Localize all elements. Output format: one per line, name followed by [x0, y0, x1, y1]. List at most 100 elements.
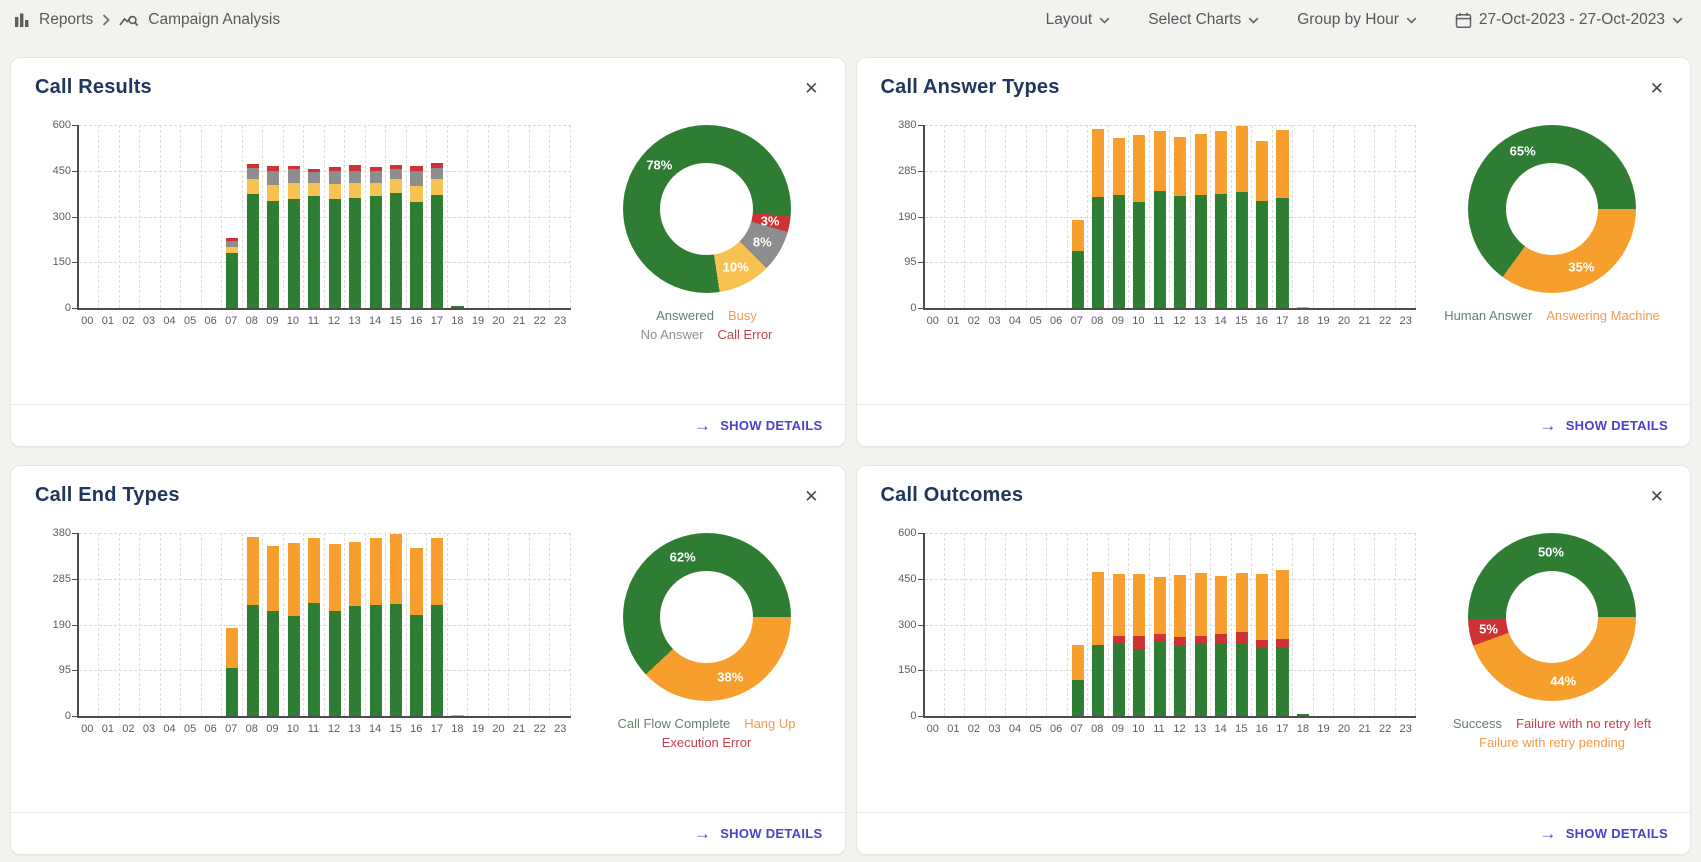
y-axis-tick-label: 285	[879, 165, 917, 177]
bar-column	[1252, 125, 1272, 308]
close-icon[interactable]: ✕	[1646, 76, 1668, 101]
breadcrumb: Reports Campaign Analysis	[14, 11, 280, 29]
show-details-button[interactable]: → SHOW DETAILS	[694, 416, 823, 436]
bar-column	[407, 533, 427, 716]
bar-column	[1170, 533, 1190, 716]
x-axis-tick-label: 01	[943, 315, 964, 327]
y-axis-tick	[72, 217, 79, 218]
y-axis-tick-label: 380	[879, 119, 917, 131]
bar-segment-orange	[1297, 307, 1309, 308]
bar-column	[1211, 125, 1231, 308]
x-axis-tick-label: 10	[283, 315, 304, 327]
bar-column	[1088, 533, 1108, 716]
show-details-button[interactable]: → SHOW DETAILS	[1539, 416, 1668, 436]
legend-item[interactable]: Call Flow Complete	[617, 716, 730, 731]
x-axis-tick-label: 21	[509, 315, 530, 327]
stacked-bar	[1297, 714, 1309, 716]
bar-column	[1334, 125, 1354, 308]
arrow-right-icon: →	[1539, 824, 1556, 844]
x-axis-tick-label: 15	[1231, 723, 1252, 735]
x-axis-tick-label: 01	[98, 723, 119, 735]
date-range-picker[interactable]: 27-Oct-2023 - 27-Oct-2023	[1455, 11, 1683, 29]
bar-segment-orange	[288, 543, 300, 616]
bar-column	[140, 125, 160, 308]
bar-column	[448, 125, 468, 308]
bar-column	[222, 533, 242, 716]
y-axis-tick-label: 0	[33, 710, 71, 722]
bar-segment-yellow	[288, 183, 300, 199]
bar-segment-green	[308, 603, 320, 716]
x-axis-tick-label: 05	[1025, 723, 1046, 735]
chart-legend: Answered Busy No Answer Call Error	[634, 307, 780, 345]
show-details-button[interactable]: → SHOW DETAILS	[694, 824, 823, 844]
bar-segment-orange	[1154, 577, 1166, 635]
bar-column	[1314, 533, 1334, 716]
y-axis-tick	[72, 262, 79, 263]
y-axis-tick	[918, 625, 925, 626]
x-axis-tick-label: 22	[1375, 723, 1396, 735]
group-by-dropdown[interactable]: Group by Hour	[1297, 11, 1417, 29]
legend-item[interactable]: Failure with retry pending	[1479, 735, 1625, 750]
donut-percentage-label: 35%	[1568, 259, 1594, 274]
donut-chart: 35%65%	[1468, 125, 1636, 293]
bar-segment-green	[1276, 198, 1288, 308]
legend-item[interactable]: Answered	[656, 308, 714, 323]
x-axis-tick-label: 01	[98, 315, 119, 327]
bar-segment-green	[1174, 645, 1186, 716]
stacked-bar	[1174, 575, 1186, 716]
donut-percentage-label: 62%	[670, 549, 696, 564]
stacked-bar	[288, 543, 300, 716]
x-axis-tick-label: 05	[180, 315, 201, 327]
stacked-bar	[369, 167, 381, 308]
card-title: Call Outcomes	[881, 484, 1024, 507]
layout-dropdown[interactable]: Layout	[1046, 11, 1111, 29]
stacked-bar	[308, 538, 320, 716]
bar-column	[263, 125, 283, 308]
bar-segment-green	[267, 201, 279, 308]
stacked-bar	[1072, 220, 1084, 308]
bar-column	[1211, 533, 1231, 716]
bar-segment-green	[1133, 202, 1145, 308]
close-icon[interactable]: ✕	[800, 76, 822, 101]
x-axis-tick-label: 13	[1190, 315, 1211, 327]
x-axis-tick-label: 09	[262, 315, 283, 327]
bar-column	[1314, 125, 1334, 308]
legend-item[interactable]: Answering Machine	[1546, 308, 1659, 323]
bar-column	[925, 533, 945, 716]
legend-item[interactable]: Human Answer	[1444, 308, 1532, 323]
legend-item[interactable]: Execution Error	[662, 735, 752, 750]
legend-item[interactable]: Success	[1453, 716, 1502, 731]
y-axis-tick-label: 0	[33, 302, 71, 314]
stacked-bar	[1276, 130, 1288, 308]
legend-item[interactable]: Failure with no retry left	[1516, 716, 1651, 731]
bar-segment-orange	[451, 715, 463, 716]
x-axis-tick-label: 03	[139, 723, 160, 735]
show-details-button[interactable]: → SHOW DETAILS	[1539, 824, 1668, 844]
bar-column	[1396, 533, 1416, 716]
stacked-bar	[410, 166, 422, 308]
legend-item[interactable]: Busy	[728, 308, 757, 323]
bar-segment-yellow	[308, 183, 320, 196]
x-axis-tick-label: 00	[923, 723, 944, 735]
bar-column	[304, 533, 324, 716]
bar-column	[1129, 533, 1149, 716]
y-axis-tick-label: 450	[879, 573, 917, 585]
x-axis-tick-label: 08	[1087, 723, 1108, 735]
x-axis-tick-label: 19	[468, 315, 489, 327]
bar-column	[284, 125, 304, 308]
bar-segment-orange	[1154, 131, 1166, 191]
legend-item[interactable]: No Answer	[641, 327, 704, 342]
select-charts-dropdown[interactable]: Select Charts	[1148, 11, 1259, 29]
bar-segment-orange	[226, 628, 238, 668]
close-icon[interactable]: ✕	[1646, 484, 1668, 509]
stacked-bar	[1072, 645, 1084, 716]
breadcrumb-reports[interactable]: Reports	[39, 11, 93, 29]
stacked-bar	[1297, 307, 1309, 308]
legend-item[interactable]: Hang Up	[744, 716, 795, 731]
bar-segment-green	[349, 606, 361, 716]
close-icon[interactable]: ✕	[800, 484, 822, 509]
y-axis-tick-label: 600	[879, 527, 917, 539]
bar-segment-green	[1154, 191, 1166, 308]
legend-item[interactable]: Call Error	[717, 327, 772, 342]
bar-segment-green	[1235, 643, 1247, 716]
